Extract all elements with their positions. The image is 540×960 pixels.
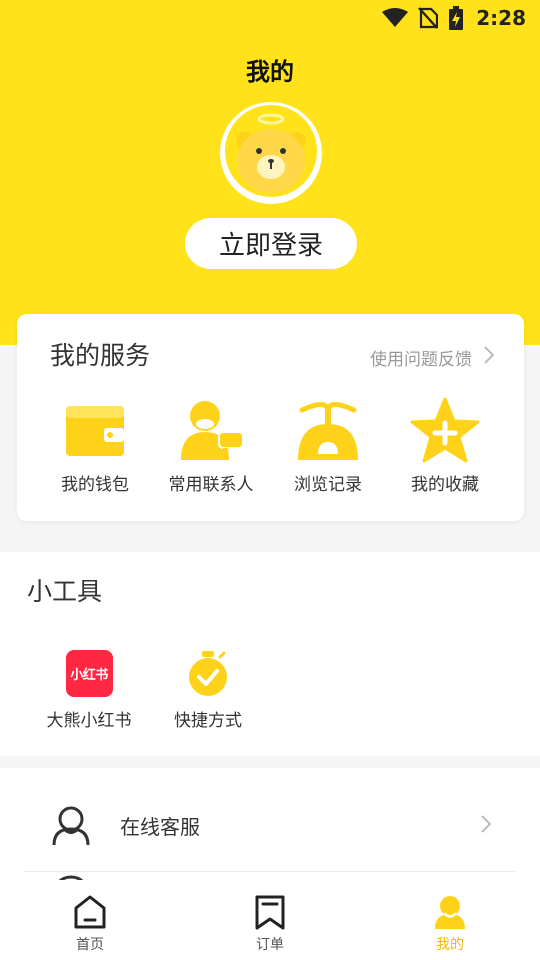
customer-service-icon xyxy=(50,805,92,847)
login-button[interactable]: 立即登录 xyxy=(185,218,357,269)
menu-item-label: 在线客服 xyxy=(120,815,200,839)
bear-avatar-icon xyxy=(223,103,319,203)
order-icon xyxy=(250,892,290,932)
stopwatch-icon xyxy=(183,648,233,698)
nav-label: 订单 xyxy=(256,937,284,953)
history-icon xyxy=(292,396,364,464)
avatar[interactable] xyxy=(220,102,322,204)
nav-label: 首页 xyxy=(76,937,104,953)
tools-title: 小工具 xyxy=(27,577,103,606)
tool-item-label: 大熊小红书 xyxy=(46,711,132,731)
service-item-label: 我的收藏 xyxy=(411,475,479,495)
tab-orders[interactable]: 订单 xyxy=(180,880,360,960)
service-item-contacts[interactable]: 常用联系人 xyxy=(151,396,271,496)
tool-item-label: 快捷方式 xyxy=(174,711,242,731)
services-title: 我的服务 xyxy=(50,341,151,370)
wifi-icon xyxy=(382,8,409,28)
service-item-favorites[interactable]: 我的收藏 xyxy=(385,396,505,496)
tool-item-shortcut[interactable]: 快捷方式 xyxy=(153,648,263,731)
page-title: 我的 xyxy=(246,58,294,86)
bottom-nav: 首页 订单 我的 xyxy=(0,880,540,960)
status-bar: 2:28 xyxy=(0,0,540,36)
chevron-right-icon xyxy=(484,346,495,369)
feedback-link[interactable]: 使用问题反馈 xyxy=(370,345,495,370)
service-item-wallet[interactable]: 我的钱包 xyxy=(35,396,155,496)
wallet-icon xyxy=(59,396,131,464)
tab-profile[interactable]: 我的 xyxy=(360,880,540,960)
tool-item-xiaohongshu[interactable]: 小红书 大熊小红书 xyxy=(34,648,144,731)
xiaohongshu-logo: 小红书 xyxy=(65,649,113,697)
battery-charging-icon xyxy=(448,6,464,30)
service-item-label: 我的钱包 xyxy=(61,475,129,495)
chevron-right-icon xyxy=(481,814,492,837)
no-sim-icon xyxy=(418,7,439,29)
home-icon xyxy=(70,892,110,932)
services-card: 我的服务 使用问题反馈 我的钱包 常用联系人 浏览记录 我的收藏 xyxy=(17,314,524,521)
profile-icon xyxy=(430,892,470,932)
nav-label: 我的 xyxy=(436,937,464,953)
star-icon xyxy=(409,396,481,464)
tab-home[interactable]: 首页 xyxy=(0,880,180,960)
service-item-label: 常用联系人 xyxy=(168,475,254,495)
service-item-label: 浏览记录 xyxy=(294,475,362,495)
menu-row-customer-service[interactable]: 在线客服 xyxy=(24,780,517,872)
contacts-icon xyxy=(175,396,247,464)
xiaohongshu-icon: 小红书 xyxy=(64,648,114,698)
feedback-label: 使用问题反馈 xyxy=(370,350,472,370)
tools-section: 小工具 小红书 大熊小红书 快捷方式 xyxy=(0,552,540,756)
service-item-history[interactable]: 浏览记录 xyxy=(268,396,388,496)
status-time: 2:28 xyxy=(476,6,526,30)
